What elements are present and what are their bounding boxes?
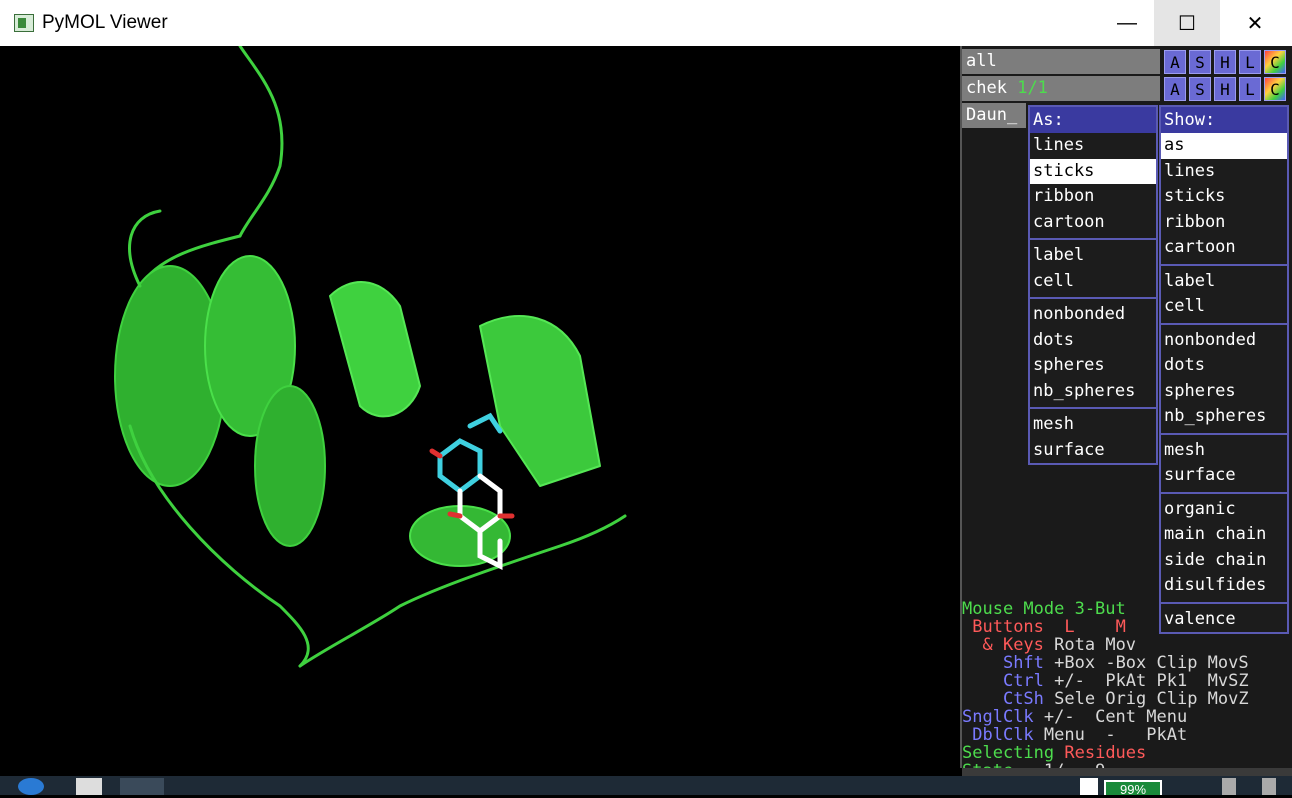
show_menu-item-label[interactable]: label bbox=[1161, 269, 1287, 295]
as_menu-item-nonbonded[interactable]: nonbonded bbox=[1030, 302, 1156, 328]
as-menu-title: As: bbox=[1030, 107, 1156, 133]
tray-icon-2[interactable] bbox=[1262, 778, 1276, 795]
object-name[interactable]: all bbox=[962, 49, 1160, 74]
buttons-label: Buttons bbox=[972, 617, 1044, 637]
show_menu-item-ribbon[interactable]: ribbon bbox=[1161, 210, 1287, 236]
title-bar: PyMOL Viewer — ☐ ✕ bbox=[0, 0, 1292, 46]
pymol-app-icon bbox=[14, 14, 34, 32]
protein-cartoon-render bbox=[114, 46, 627, 668]
as_menu-item-cell[interactable]: cell bbox=[1030, 269, 1156, 295]
molecule-viewport[interactable] bbox=[0, 46, 962, 768]
menu-separator bbox=[1161, 432, 1287, 435]
show_menu-item-side-chain[interactable]: side chain bbox=[1161, 548, 1287, 574]
close-button[interactable]: ✕ bbox=[1222, 0, 1288, 46]
menu-separator bbox=[1161, 263, 1287, 266]
show_menu-item-main-chain[interactable]: main chain bbox=[1161, 522, 1287, 548]
show-button[interactable]: S bbox=[1189, 77, 1211, 101]
mouse-mode-title[interactable]: Mouse Mode 3-But bbox=[962, 599, 1126, 619]
as_menu-item-cartoon[interactable]: cartoon bbox=[1030, 210, 1156, 236]
action-button[interactable]: A bbox=[1164, 50, 1186, 74]
as_menu-item-ribbon[interactable]: ribbon bbox=[1030, 184, 1156, 210]
menu-separator bbox=[1030, 297, 1156, 299]
show-menu-item-as[interactable]: as bbox=[1161, 133, 1287, 159]
show_menu-item-organic[interactable]: organic bbox=[1161, 497, 1287, 523]
minimize-button[interactable]: — bbox=[1094, 0, 1160, 46]
selecting-mode[interactable]: Residues bbox=[1064, 743, 1146, 763]
mouse-mode-info: Mouse Mode 3-But Buttons L M & Keys Rota… bbox=[962, 582, 1292, 780]
show_menu-item-surface[interactable]: surface bbox=[1161, 463, 1287, 489]
hide-button[interactable]: H bbox=[1214, 77, 1236, 101]
as_menu-item-surface[interactable]: surface bbox=[1030, 438, 1156, 464]
object-name[interactable]: chek 1/1 bbox=[962, 76, 1160, 101]
playback-controls[interactable] bbox=[962, 768, 1292, 776]
color-button[interactable]: C bbox=[1264, 50, 1286, 74]
as_menu-item-lines[interactable]: lines bbox=[1030, 133, 1156, 159]
object-row-all[interactable]: all A S H L C bbox=[962, 49, 1292, 75]
selecting-label: Selecting bbox=[962, 743, 1055, 763]
object-row-chek[interactable]: chek 1/1 A S H L C bbox=[962, 76, 1292, 102]
action-button[interactable]: A bbox=[1164, 77, 1186, 101]
as_menu-item-dots[interactable]: dots bbox=[1030, 328, 1156, 354]
as_menu-item-mesh[interactable]: mesh bbox=[1030, 412, 1156, 438]
as_menu-item-label[interactable]: label bbox=[1030, 243, 1156, 269]
start-icon[interactable] bbox=[18, 778, 44, 795]
battery-indicator[interactable]: 99% bbox=[1104, 780, 1162, 797]
as-menu[interactable]: As: lines sticks ribbon cartoon label cell non… bbox=[1028, 105, 1158, 465]
notepad-icon[interactable] bbox=[76, 778, 102, 795]
as_menu-item-sticks[interactable]: sticks bbox=[1030, 158, 1156, 184]
tray-icon[interactable] bbox=[1222, 778, 1236, 795]
show_menu-item-lines[interactable]: lines bbox=[1161, 159, 1287, 185]
label-button[interactable]: L bbox=[1239, 77, 1261, 101]
show_menu-item-cell[interactable]: cell bbox=[1161, 294, 1287, 320]
show_menu-item-dots[interactable]: dots bbox=[1161, 353, 1287, 379]
show-menu[interactable]: Show: as lines sticks ribbon cartoon label ce… bbox=[1159, 105, 1289, 634]
window-title: PyMOL Viewer bbox=[42, 12, 168, 33]
show_menu-item-sticks[interactable]: sticks bbox=[1161, 184, 1287, 210]
color-button[interactable]: C bbox=[1264, 77, 1286, 101]
show_menu-item-nonbonded[interactable]: nonbonded bbox=[1161, 328, 1287, 354]
show_menu-item-nb_spheres[interactable]: nb_spheres bbox=[1161, 404, 1287, 430]
maximize-button[interactable]: ☐ bbox=[1154, 0, 1220, 46]
menu-separator bbox=[1161, 322, 1287, 325]
show_menu-item-cartoon[interactable]: cartoon bbox=[1161, 235, 1287, 261]
hide-button[interactable]: H bbox=[1214, 50, 1236, 74]
as_menu-item-spheres[interactable]: spheres bbox=[1030, 353, 1156, 379]
label-button[interactable]: L bbox=[1239, 50, 1261, 74]
pymol-taskbar-icon[interactable] bbox=[120, 778, 164, 795]
menu-separator bbox=[1161, 491, 1287, 494]
object-name[interactable]: Daun_ bbox=[962, 103, 1026, 128]
keys-label: & Keys bbox=[982, 635, 1044, 655]
show_menu-item-mesh[interactable]: mesh bbox=[1161, 438, 1287, 464]
show-button[interactable]: S bbox=[1189, 50, 1211, 74]
show_menu-item-spheres[interactable]: spheres bbox=[1161, 379, 1287, 405]
taskbar bbox=[0, 776, 1292, 795]
menu-separator bbox=[1030, 238, 1156, 240]
menu-separator bbox=[1030, 407, 1156, 409]
power-icon[interactable] bbox=[1080, 778, 1098, 795]
show-menu-title: Show: bbox=[1161, 107, 1287, 133]
as_menu-item-nb_spheres[interactable]: nb_spheres bbox=[1030, 379, 1156, 405]
